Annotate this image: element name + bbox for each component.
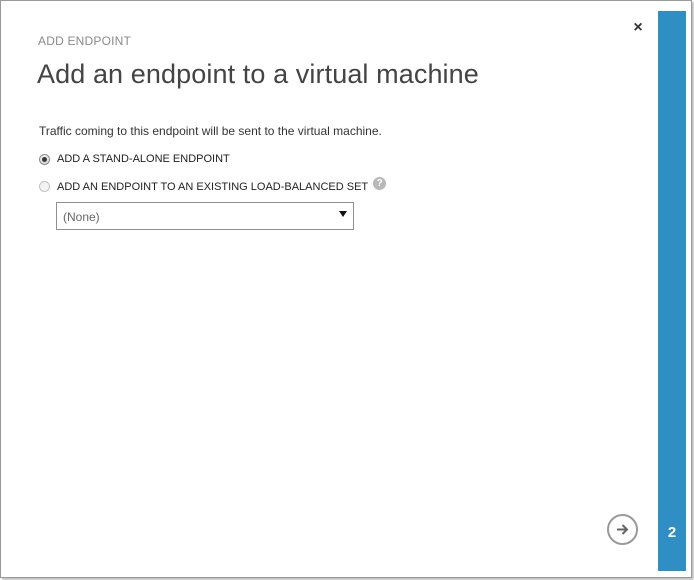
standalone-endpoint-radio[interactable] [39, 153, 50, 165]
close-icon[interactable]: × [630, 19, 646, 37]
chevron-down-icon[interactable] [339, 211, 347, 217]
load-balanced-set-label[interactable]: ADD AN ENDPOINT TO AN EXISTING LOAD-BALA… [57, 181, 368, 193]
load-balanced-set-option[interactable]: ADD AN ENDPOINT TO AN EXISTING LOAD-BALA… [39, 177, 387, 193]
dialog-subtitle: ADD ENDPOINT [38, 34, 132, 48]
add-endpoint-dialog: ADD ENDPOINT Add an endpoint to a virtua… [0, 0, 692, 578]
dialog-title: Add an endpoint to a virtual machine [37, 59, 479, 89]
arrow-right-icon [617, 524, 629, 535]
load-balanced-set-select-value: (None) [63, 210, 100, 224]
standalone-endpoint-label[interactable]: ADD A STAND-ALONE ENDPOINT [57, 153, 230, 165]
wizard-step-bar: 2 [658, 11, 686, 571]
help-icon[interactable]: ? [373, 177, 387, 190]
load-balanced-set-select[interactable]: (None) [56, 202, 354, 230]
dialog-description: Traffic coming to this endpoint will be … [39, 124, 382, 138]
step-number: 2 [667, 524, 677, 541]
standalone-endpoint-option[interactable]: ADD A STAND-ALONE ENDPOINT [39, 153, 230, 165]
next-button[interactable] [607, 514, 638, 545]
load-balanced-set-radio[interactable] [39, 181, 50, 192]
